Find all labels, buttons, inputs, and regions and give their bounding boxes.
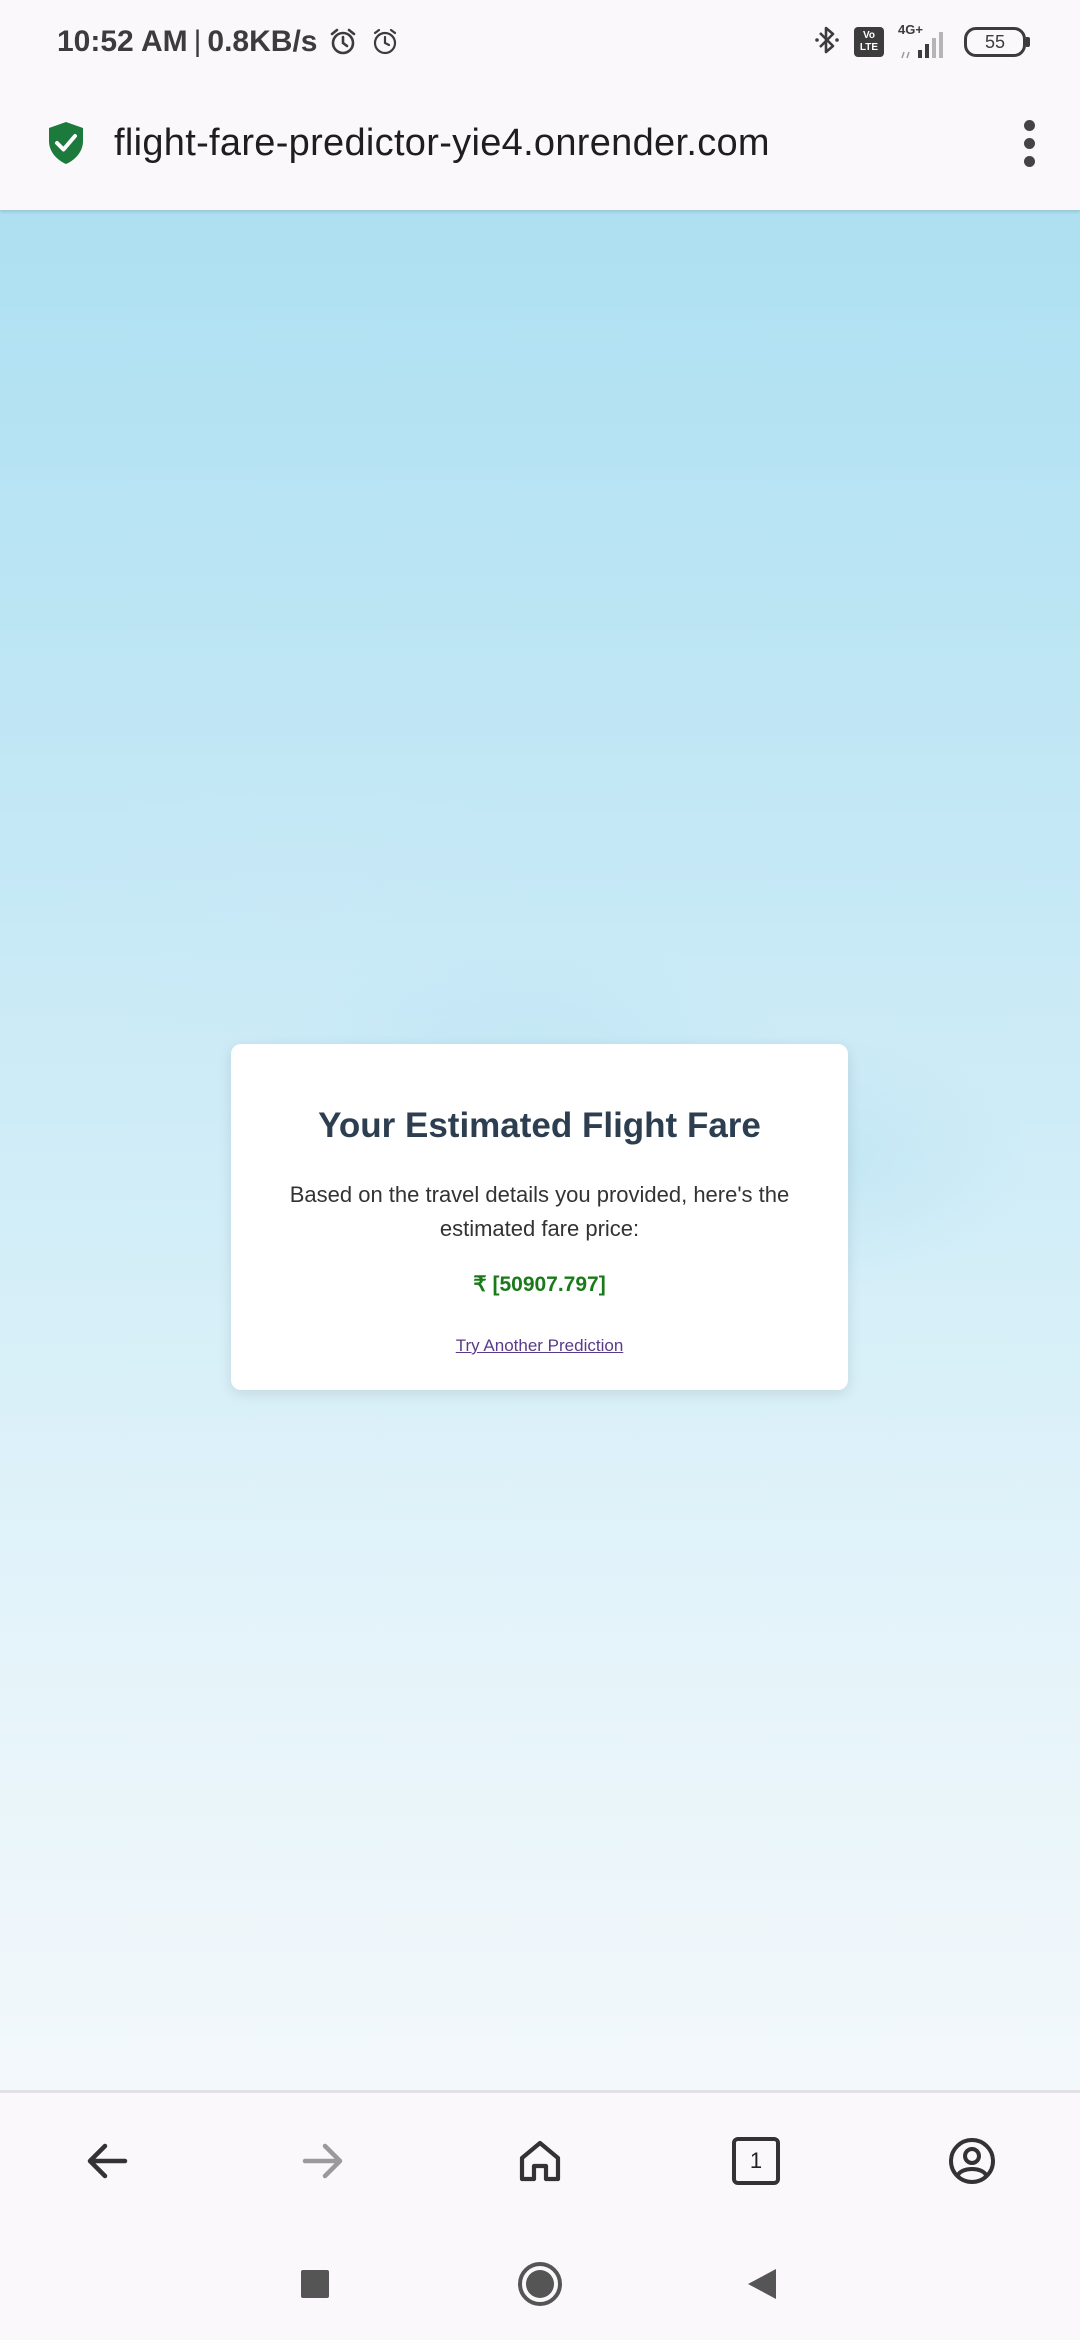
url-text[interactable]: flight-fare-predictor-yie4.onrender.com [114,122,770,165]
battery-level: 55 [984,31,1006,52]
result-description: Based on the travel details you provided… [289,1182,790,1241]
signal-icon: 4G+ [898,22,950,60]
home-icon[interactable] [510,2131,570,2191]
home-circle-icon[interactable] [512,2256,568,2312]
volte-icon: Vo LTE [854,27,884,57]
battery-icon: 55 [964,27,1030,57]
address-bar: flight-fare-predictor-yie4.onrender.com [0,84,1080,210]
predicted-price: ₹ [50907.797] [473,1273,606,1296]
status-separator: | [193,25,202,58]
try-another-prediction-link[interactable]: Try Another Prediction [456,1336,624,1356]
status-bar: 10:52 AM | 0.8KB/s Vo LTE 4G+ 55 [0,0,1080,84]
result-card: Your Estimated Flight Fare Based on the … [231,1044,848,1390]
page-title: Your Estimated Flight Fare [318,1106,761,1145]
recents-square-icon[interactable] [287,2256,343,2312]
more-vert-icon[interactable] [1014,120,1044,172]
tab-switcher-button[interactable]: 1 [726,2131,786,2191]
alarm-icon [369,26,401,58]
status-left: 10:52 AM | 0.8KB/s [57,20,401,64]
tab-count: 1 [732,2137,780,2185]
back-arrow-icon[interactable] [77,2131,137,2191]
bluetooth-icon [814,24,840,61]
network-speed: 0.8KB/s [207,25,318,58]
back-triangle-icon[interactable] [734,2256,790,2312]
status-time: 10:52 AM [57,25,188,58]
network-type: 4G+ [898,22,923,37]
account-icon[interactable] [942,2131,1002,2191]
status-right: Vo LTE 4G+ 55 [814,22,1030,62]
alarm-clock-icon [327,26,359,58]
browser-toolbar: 1 [0,2090,1080,2228]
shield-check-icon[interactable] [46,120,86,171]
page-viewport: Your Estimated Flight Fare Based on the … [0,210,1080,2090]
system-navigation-bar [0,2228,1080,2340]
forward-arrow-icon[interactable] [293,2131,353,2191]
